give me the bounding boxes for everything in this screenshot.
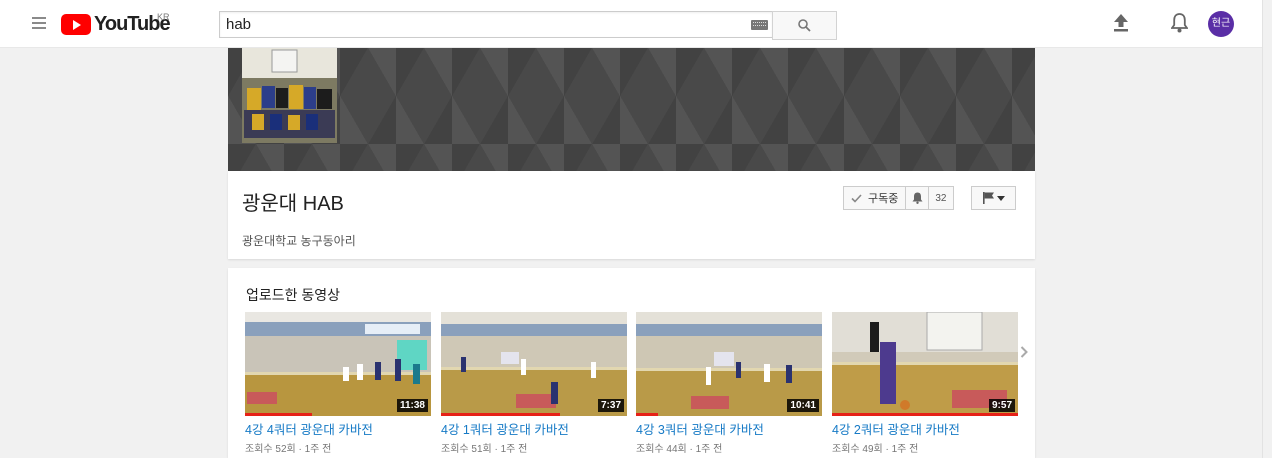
check-icon [851, 193, 862, 203]
video-card: 10:41 4강 3쿼터 광운대 카바전 조회수 44회 · 1주 전 [636, 312, 822, 455]
channel-banner [228, 48, 1035, 171]
video-card: 7:37 4강 1쿼터 광운대 카바전 조회수 51회 · 1주 전 [441, 312, 627, 455]
view-count: 조회수 44회 [636, 444, 687, 455]
subscribed-label: 구독중 [868, 193, 899, 205]
search-icon [798, 19, 811, 32]
watch-progress-bar [245, 413, 312, 416]
watch-progress-bar [636, 413, 659, 416]
keyboard-icon[interactable] [751, 20, 768, 30]
channel-title[interactable]: 광운대 HAB [242, 187, 344, 216]
video-thumbnail[interactable]: 9:57 [832, 312, 1018, 416]
video-card: 9:57 4강 2쿼터 광운대 카바전 조회수 49회 · 1주 전 [832, 312, 1018, 455]
video-meta: 조회수 44회 · 1주 전 [636, 444, 723, 455]
video-duration: 7:37 [597, 399, 624, 412]
video-meta: 조회수 49회 · 1주 전 [832, 444, 919, 455]
video-title[interactable]: 4강 3쿼터 광운대 카바전 [636, 419, 822, 438]
view-count: 조회수 52회 [245, 444, 296, 455]
flag-menu-button[interactable] [971, 186, 1016, 210]
view-count: 조회수 51회 [441, 444, 492, 455]
country-code: KR [157, 12, 170, 22]
bell-icon[interactable] [1171, 13, 1188, 33]
watch-progress-bar [832, 413, 1018, 416]
search-input[interactable] [220, 12, 732, 37]
video-title[interactable]: 4강 2쿼터 광운대 카바전 [832, 419, 1018, 438]
upload-age: 1주 전 [500, 444, 528, 455]
video-card: 11:38 4강 4쿼터 광운대 카바전 조회수 52회 · 1주 전 [245, 312, 431, 455]
subscribe-widget: 구독중 32 [843, 186, 954, 210]
subscriber-count: 32 [935, 192, 947, 204]
video-title[interactable]: 4강 1쿼터 광운대 카바전 [441, 419, 627, 438]
youtube-logo[interactable]: YouTube [61, 12, 171, 36]
video-thumbnail[interactable]: 7:37 [441, 312, 627, 416]
view-count: 조회수 49회 [832, 444, 883, 455]
team-photo-image [242, 48, 337, 143]
shelf-title[interactable]: 업로드한 동영상 [246, 285, 340, 305]
video-meta: 조회수 51회 · 1주 전 [441, 444, 528, 455]
video-meta: 조회수 52회 · 1주 전 [245, 444, 332, 455]
video-thumbnail[interactable]: 11:38 [245, 312, 431, 416]
video-duration: 10:41 [787, 399, 819, 412]
page-scrollbar[interactable] [1262, 0, 1272, 458]
upload-age: 1주 전 [891, 444, 919, 455]
flag-icon [982, 192, 994, 204]
channel-avatar-photo[interactable] [242, 48, 337, 143]
video-duration: 9:57 [988, 399, 1015, 412]
avatar[interactable]: 현근 [1208, 11, 1234, 37]
channel-header: 광운대 HAB 광운대학교 농구동아리 구독중 32 [228, 171, 1035, 259]
search-box [219, 11, 773, 38]
caret-down-icon [996, 195, 1005, 201]
masthead: YouTube KR 현근 [0, 0, 1262, 48]
channel-description: 광운대학교 농구동아리 [242, 234, 356, 248]
video-duration: 11:38 [396, 399, 428, 412]
notification-bell-button[interactable] [906, 187, 930, 209]
video-title[interactable]: 4강 4쿼터 광운대 카바전 [245, 419, 431, 438]
menu-icon[interactable] [32, 17, 46, 29]
bell-icon [912, 192, 923, 204]
search-button[interactable] [772, 11, 837, 40]
watch-progress-bar [441, 413, 561, 416]
subscribed-button[interactable]: 구독중 [844, 187, 907, 209]
video-thumbnail[interactable]: 10:41 [636, 312, 822, 416]
play-logo-icon [61, 13, 91, 35]
upload-icon[interactable] [1113, 14, 1129, 32]
chevron-right-icon[interactable] [1020, 346, 1028, 358]
upload-age: 1주 전 [695, 444, 723, 455]
uploads-shelf: 업로드한 동영상 11:38 4강 4쿼터 광운대 카바전 조회수 52회 · … [228, 268, 1035, 458]
upload-age: 1주 전 [304, 444, 332, 455]
